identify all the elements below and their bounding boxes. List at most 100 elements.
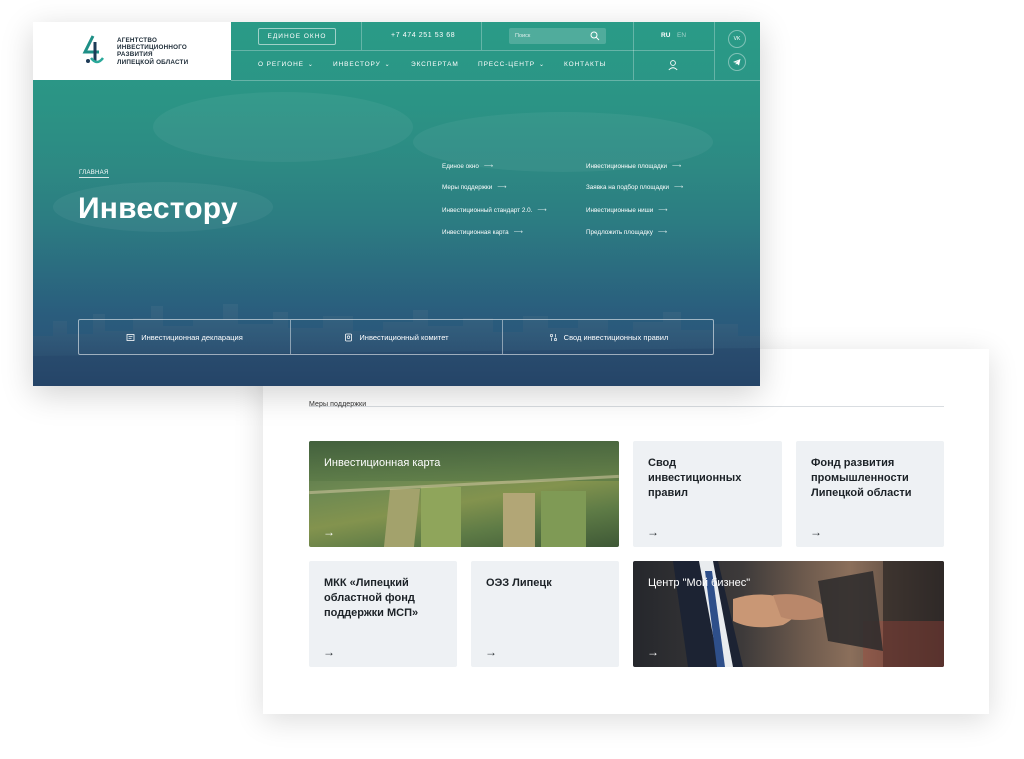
arrow-right-icon: ⟶	[674, 184, 684, 191]
header-divider	[231, 80, 760, 81]
vk-icon[interactable]: VK	[728, 30, 746, 48]
photo-field	[421, 487, 461, 547]
header-divider	[714, 22, 715, 80]
quick-link[interactable]: Предложить площадку ⟶	[586, 229, 667, 236]
quick-link[interactable]: Единое окно ⟶	[442, 163, 493, 170]
search-input[interactable]	[515, 28, 589, 44]
quick-link-label: Меры поддержки	[442, 184, 493, 191]
chevron-down-icon: ⌄	[307, 62, 314, 68]
arrow-right-icon: ⟶	[657, 229, 667, 236]
arrow-right-icon: ⟶	[671, 163, 682, 170]
chevron-down-icon: ⌄	[538, 62, 545, 68]
arrow-right-icon: ⟶	[658, 207, 668, 214]
nav-region[interactable]: О РЕГИОНЕ ⌄	[258, 61, 314, 68]
link-investment-committee[interactable]: Инвестиционный комитет	[291, 320, 502, 354]
nav-label: ПРЕСС-ЦЕНТР	[478, 61, 535, 68]
arrow-right-icon: →	[647, 645, 659, 659]
tile-investment-rules[interactable]: Свод инвестиционных правил →	[633, 441, 782, 547]
nav-label: ЭКСПЕРТАМ	[411, 61, 459, 68]
nav-label: О РЕГИОНЕ	[258, 61, 304, 68]
arrow-right-icon: ⟶	[483, 163, 493, 170]
nav-label: КОНТАКТЫ	[564, 61, 607, 68]
tile-sez-lipetsk[interactable]: ОЭЗ Липецк →	[471, 561, 619, 667]
tile-title: Центр "Мой бизнес"	[648, 577, 751, 589]
quick-link-label: Инвестиционные площадки	[586, 163, 667, 170]
telegram-glyph-icon	[733, 59, 741, 66]
lang-ru[interactable]: RU	[661, 32, 670, 39]
bar-item-label: Свод инвестиционных правил	[563, 332, 669, 342]
header-divider	[361, 22, 362, 50]
arrow-right-icon: →	[810, 525, 822, 539]
tile-my-business-center[interactable]: Центр "Мой бизнес" →	[633, 561, 944, 667]
photo-field	[503, 493, 535, 547]
photo-field	[383, 489, 421, 547]
link-investment-declaration[interactable]: Инвестиционная декларация	[79, 320, 290, 354]
quick-link-label: Инвестиционные ниши	[586, 207, 654, 214]
arrow-right-icon: →	[323, 525, 335, 539]
logo-text: АГЕНТСТВО ИНВЕСТИЦИОННОГО РАЗВИТИЯ ЛИПЕЦ…	[117, 37, 188, 66]
arrow-right-icon: →	[647, 525, 659, 539]
quick-link-label: Единое окно	[442, 163, 479, 170]
header-divider	[481, 22, 482, 50]
rules-icon	[549, 333, 557, 341]
photo-field	[541, 491, 586, 547]
quick-link[interactable]: Инвестиционная карта ⟶	[442, 229, 523, 236]
chevron-down-icon: ⌄	[384, 62, 391, 68]
header-divider	[231, 50, 714, 51]
nav-press[interactable]: ПРЕСС-ЦЕНТР ⌄	[478, 61, 545, 68]
tile-title: Фонд развития промышленности Липецкой об…	[811, 457, 912, 499]
arrow-right-icon: ⟶	[513, 229, 523, 236]
quick-link-label: Инвестиционный стандарт 2.0.	[442, 207, 533, 214]
telegram-icon[interactable]	[728, 53, 746, 71]
support-measures-panel: Меры поддержки Инвестиционная карта → Св…	[263, 349, 989, 714]
quick-link[interactable]: Инвестиционные ниши ⟶	[586, 207, 667, 214]
logo[interactable]: АГЕНТСТВО ИНВЕСТИЦИОННОГО РАЗВИТИЯ ЛИПЕЦ…	[33, 22, 231, 80]
quick-link[interactable]: Инвестиционные площадки ⟶	[586, 163, 681, 170]
page-title: Инвестору	[78, 192, 238, 225]
bar-item-label: Инвестиционная декларация	[141, 332, 243, 342]
cloud-shape	[153, 92, 413, 162]
phone-number[interactable]: +7 474 251 53 68	[391, 32, 455, 39]
investor-page-hero: АГЕНТСТВО ИНВЕСТИЦИОННОГО РАЗВИТИЯ ЛИПЕЦ…	[33, 22, 760, 386]
nav-investor[interactable]: ИНВЕСТОРУ ⌄	[333, 61, 391, 68]
agency-logo-icon	[82, 35, 104, 64]
quick-link-label: Инвестиционная карта	[442, 229, 509, 236]
document-icon	[126, 333, 135, 341]
hero-bottom-bar: Инвестиционная декларация Инвестиционный…	[78, 319, 714, 355]
nav-contacts[interactable]: КОНТАКТЫ	[564, 61, 606, 68]
logo-line: АГЕНТСТВО	[117, 37, 158, 44]
breadcrumb-home[interactable]: ГЛАВНАЯ	[79, 170, 109, 178]
arrow-right-icon: ⟶	[537, 207, 547, 214]
tile-investment-map[interactable]: Инвестиционная карта →	[309, 441, 619, 547]
support-breadcrumb[interactable]: Меры поддержки	[309, 401, 366, 408]
quick-link-label: Заявка на подбор площадки	[586, 184, 670, 191]
nav-label: ИНВЕСТОРУ	[333, 61, 381, 68]
tile-mkk-fund[interactable]: МКК «Липецкий областной фонд поддержки М…	[309, 561, 457, 667]
tile-industry-fund[interactable]: Фонд развития промышленности Липецкой об…	[796, 441, 944, 547]
logo-line: ИНВЕСТИЦИОННОГО	[117, 44, 187, 52]
arrow-right-icon: ⟶	[497, 184, 507, 191]
tile-title: Свод инвестиционных правил	[648, 457, 742, 499]
link-investment-rules[interactable]: Свод инвестиционных правил	[503, 320, 714, 354]
single-window-button[interactable]: ЕДИНОЕ ОКНО	[258, 28, 336, 45]
quick-link-label: Предложить площадку	[586, 229, 653, 236]
support-breadcrumb-row: Меры поддержки	[309, 393, 944, 408]
logo-line: ЛИПЕЦКОЙ ОБЛАСТИ	[117, 58, 189, 66]
lang-en[interactable]: EN	[677, 32, 686, 39]
user-icon[interactable]	[667, 59, 679, 71]
search-box[interactable]	[509, 28, 606, 44]
nav-experts[interactable]: ЭКСПЕРТАМ	[411, 61, 459, 68]
quick-link[interactable]: Инвестиционный стандарт 2.0. ⟶	[442, 207, 546, 214]
bar-item-label: Инвестиционный комитет	[359, 332, 449, 342]
committee-icon	[345, 333, 353, 341]
quick-link[interactable]: Меры поддержки ⟶	[442, 184, 506, 191]
arrow-right-icon: →	[485, 645, 497, 659]
header-divider	[633, 22, 634, 80]
arrow-right-icon: →	[323, 645, 335, 659]
search-icon[interactable]	[590, 31, 600, 41]
tile-title: МКК «Липецкий областной фонд поддержки М…	[324, 577, 419, 619]
tile-title: ОЭЗ Липецк	[486, 577, 552, 589]
quick-link[interactable]: Заявка на подбор площадки ⟶	[586, 184, 683, 191]
tile-title: Инвестиционная карта	[324, 457, 441, 469]
logo-line: РАЗВИТИЯ	[117, 51, 153, 59]
